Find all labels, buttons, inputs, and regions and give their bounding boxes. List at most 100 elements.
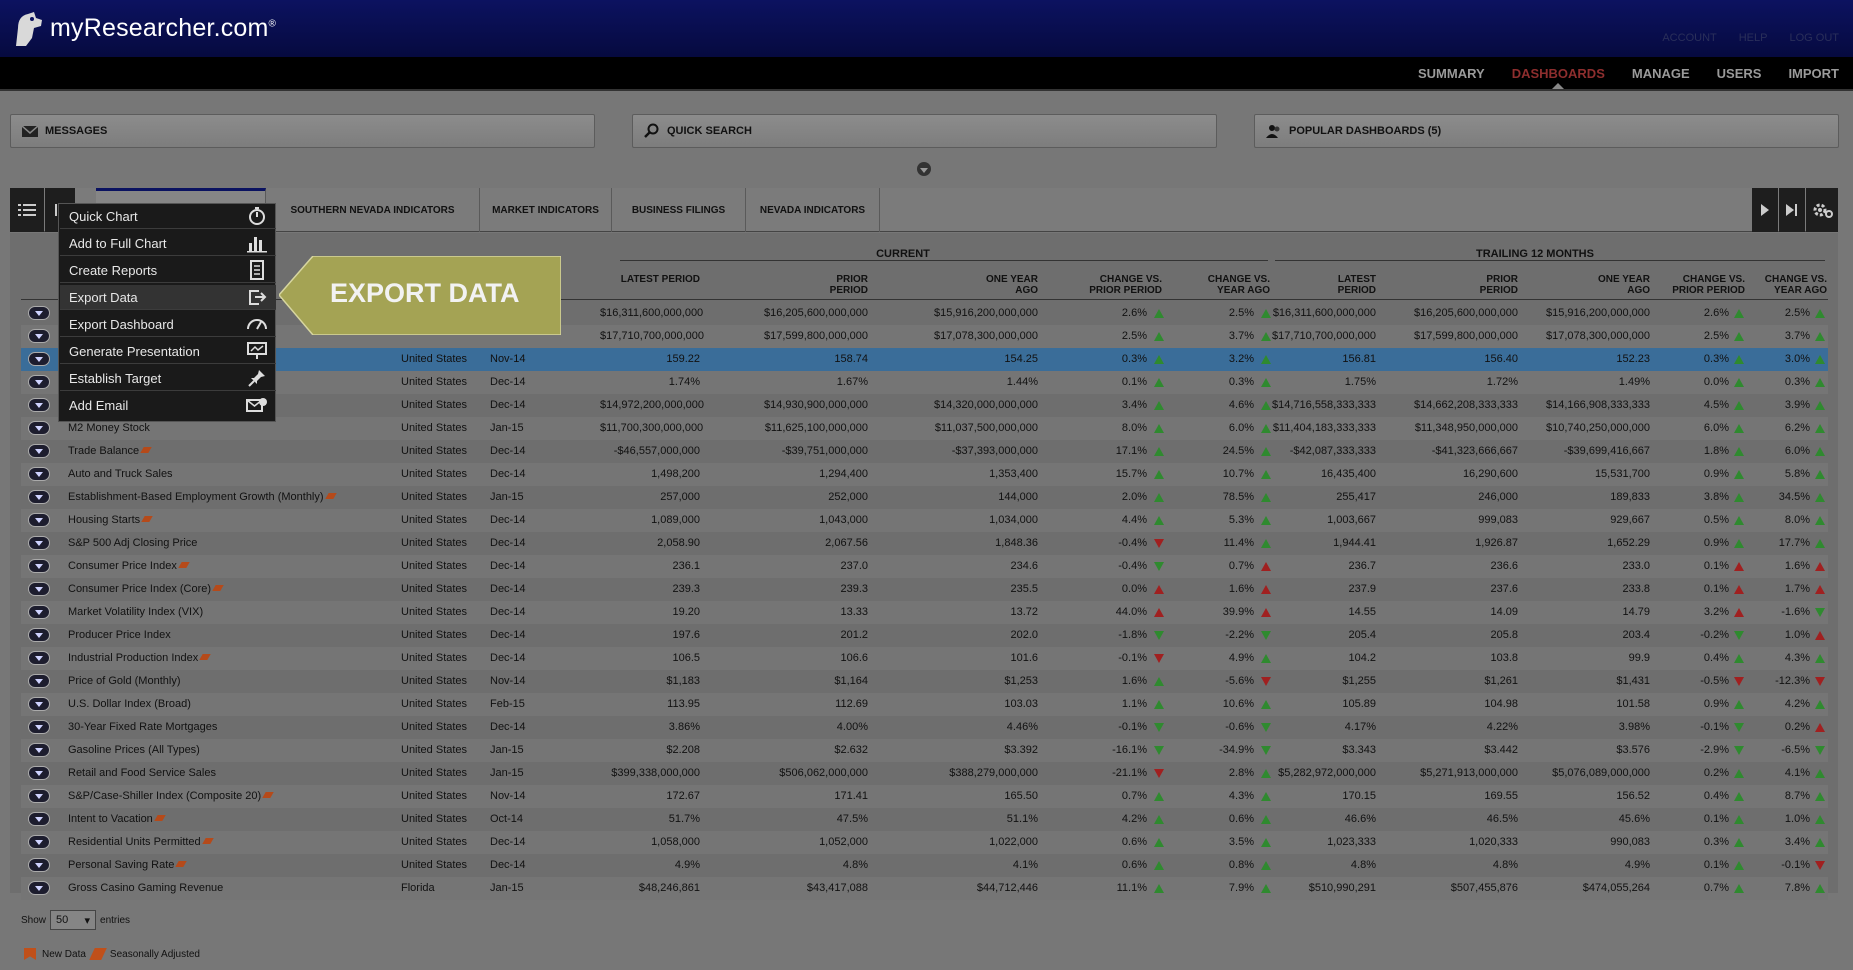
indicator-name[interactable]: S&P 500 Adj Closing Price: [68, 532, 197, 555]
table-row[interactable]: Personal Saving Rate United States Dec-14 4…: [21, 854, 1828, 877]
header-latest[interactable]: LATEST PERIOD: [620, 274, 700, 285]
row-menu-button[interactable]: [28, 375, 50, 389]
nav-manage[interactable]: MANAGE: [1632, 66, 1690, 81]
row-menu-button[interactable]: [28, 398, 50, 412]
indicator-name[interactable]: Market Volatility Index (VIX): [68, 601, 203, 624]
tab-southern-nevada[interactable]: SOUTHERN NEVADA INDICATORS: [266, 188, 480, 232]
nav-users[interactable]: USERS: [1717, 66, 1762, 81]
header-t-prior[interactable]: PRIOR PERIOD: [1460, 274, 1518, 296]
menu-generate-presentation[interactable]: Generate Presentation: [60, 339, 276, 364]
table-row[interactable]: Housing Starts United States Dec-14 1,089,0…: [21, 509, 1828, 532]
indicator-name[interactable]: Auto and Truck Sales: [68, 463, 173, 486]
nav-import[interactable]: IMPORT: [1788, 66, 1839, 81]
header-t-latest[interactable]: LATEST PERIOD: [1310, 274, 1376, 296]
table-row[interactable]: 30-Year Fixed Rate Mortgages United State…: [21, 716, 1828, 739]
table-row[interactable]: Market Volatility Index (VIX) United Stat…: [21, 601, 1828, 624]
row-menu-button[interactable]: [28, 674, 50, 688]
indicator-name[interactable]: Personal Saving Rate: [68, 854, 174, 877]
row-menu-button[interactable]: [28, 536, 50, 550]
row-menu-button[interactable]: [28, 651, 50, 665]
quick-search-panel[interactable]: QUICK SEARCH: [632, 114, 1217, 148]
indicator-name[interactable]: U.S. Dollar Index (Broad): [68, 693, 191, 716]
indicator-name[interactable]: 30-Year Fixed Rate Mortgages: [68, 716, 217, 739]
table-row[interactable]: S&P 500 Adj Closing Price United States De…: [21, 532, 1828, 555]
indicator-name[interactable]: Gross Casino Gaming Revenue: [68, 877, 223, 900]
row-menu-button[interactable]: [28, 513, 50, 527]
menu-export-dashboard[interactable]: Export Dashboard: [60, 312, 276, 337]
header-prior[interactable]: PRIOR PERIOD: [810, 274, 868, 296]
entries-select[interactable]: 50 ▾: [50, 910, 97, 930]
row-menu-button[interactable]: [28, 766, 50, 780]
row-menu-button[interactable]: [28, 467, 50, 481]
header-chg-prior[interactable]: CHANGE VS. PRIOR PERIOD: [1080, 274, 1162, 296]
indicator-name[interactable]: Price of Gold (Monthly): [68, 670, 180, 693]
table-row[interactable]: Industrial Production Index United States…: [21, 647, 1828, 670]
row-menu-button[interactable]: [28, 835, 50, 849]
row-menu-button[interactable]: [28, 812, 50, 826]
expand-panels-button[interactable]: [917, 162, 931, 176]
table-row[interactable]: U.S. Dollar Index (Broad) United States Fe…: [21, 693, 1828, 716]
row-menu-button[interactable]: [28, 858, 50, 872]
indicator-name[interactable]: Producer Price Index: [68, 624, 171, 647]
table-row[interactable]: Gross Casino Gaming Revenue Florida Jan-15…: [21, 877, 1828, 900]
tab-nevada-indicators[interactable]: NEVADA INDICATORS: [746, 188, 880, 232]
indicator-name[interactable]: Consumer Price Index (Core): [68, 578, 211, 601]
popular-dashboards-panel[interactable]: POPULAR DASHBOARDS (5): [1254, 114, 1839, 148]
menu-quick-chart[interactable]: Quick Chart: [60, 204, 276, 229]
menu-add-to-full-chart[interactable]: Add to Full Chart: [60, 231, 276, 256]
table-row[interactable]: Establishment-Based Employment Growth (M…: [21, 486, 1828, 509]
row-menu-button[interactable]: [28, 789, 50, 803]
row-menu-button[interactable]: [28, 743, 50, 757]
row-menu-button[interactable]: [28, 881, 50, 895]
settings-button[interactable]: [1806, 188, 1838, 232]
row-menu-button[interactable]: [28, 697, 50, 711]
table-row[interactable]: Producer Price Index United States Dec-14 1…: [21, 624, 1828, 647]
indicator-name[interactable]: Residential Units Permitted: [68, 831, 201, 854]
indicator-name[interactable]: Consumer Price Index: [68, 555, 177, 578]
indicator-name[interactable]: Housing Starts: [68, 509, 140, 532]
indicator-name[interactable]: Establishment-Based Employment Growth (M…: [68, 486, 324, 509]
row-menu-button[interactable]: [28, 628, 50, 642]
table-row[interactable]: Residential Units Permitted United States…: [21, 831, 1828, 854]
indicator-name[interactable]: Trade Balance: [68, 440, 139, 463]
row-menu-button[interactable]: [28, 559, 50, 573]
help-link[interactable]: HELP: [1739, 32, 1768, 44]
header-t-one-year[interactable]: ONE YEAR AGO: [1580, 274, 1650, 296]
menu-export-data[interactable]: Export Data: [60, 285, 276, 310]
account-link[interactable]: ACCOUNT: [1662, 32, 1716, 44]
row-menu-button[interactable]: [28, 720, 50, 734]
menu-establish-target[interactable]: Establish Target: [60, 366, 276, 391]
table-row[interactable]: Gasoline Prices (All Types) United States…: [21, 739, 1828, 762]
indicator-name[interactable]: Gasoline Prices (All Types): [68, 739, 200, 762]
table-row[interactable]: Retail and Food Service Sales United Stat…: [21, 762, 1828, 785]
tab-market-indicators[interactable]: MARKET INDICATORS: [480, 188, 612, 232]
menu-create-reports[interactable]: Create Reports: [60, 258, 276, 283]
row-menu-button[interactable]: [28, 582, 50, 596]
next-tab-button[interactable]: [1752, 188, 1778, 232]
row-menu-button[interactable]: [28, 605, 50, 619]
list-view-button[interactable]: [10, 188, 44, 232]
table-row[interactable]: Price of Gold (Monthly) United States Nov-…: [21, 670, 1828, 693]
header-t-chg-prior[interactable]: CHANGE VS. PRIOR PERIOD: [1665, 274, 1745, 296]
indicator-name[interactable]: Retail and Food Service Sales: [68, 762, 216, 785]
nav-summary[interactable]: SUMMARY: [1418, 66, 1485, 81]
table-row[interactable]: United States Dec-14 1.74% 1.67% 1.44% 0.1% 0.…: [21, 371, 1828, 394]
table-row[interactable]: United States Nov-14 159.22 158.74 154.25 0.3…: [21, 348, 1828, 371]
row-menu-button[interactable]: [28, 421, 50, 435]
last-tab-button[interactable]: [1779, 188, 1805, 232]
table-row[interactable]: M2 Money Stock United States Jan-15 $11,700…: [21, 417, 1828, 440]
table-row[interactable]: Trade Balance United States Dec-14 -$46,557…: [21, 440, 1828, 463]
row-menu-button[interactable]: [28, 490, 50, 504]
tab-business-filings[interactable]: BUSINESS FILINGS: [612, 188, 746, 232]
header-chg-year[interactable]: CHANGE VS. YEAR AGO: [1196, 274, 1270, 296]
indicator-name[interactable]: Industrial Production Index: [68, 647, 198, 670]
messages-panel[interactable]: MESSAGES: [10, 114, 595, 148]
indicator-name[interactable]: Intent to Vacation: [68, 808, 153, 831]
row-menu-button[interactable]: [28, 444, 50, 458]
row-menu-button[interactable]: [28, 306, 50, 320]
header-one-year[interactable]: ONE YEAR AGO: [968, 274, 1038, 296]
header-t-chg-year[interactable]: CHANGE VS. YEAR AGO: [1755, 274, 1827, 296]
logo[interactable]: myResearcher.com®: [12, 8, 276, 48]
nav-dashboards[interactable]: DASHBOARDS: [1512, 66, 1605, 89]
logout-link[interactable]: LOG OUT: [1789, 32, 1839, 44]
